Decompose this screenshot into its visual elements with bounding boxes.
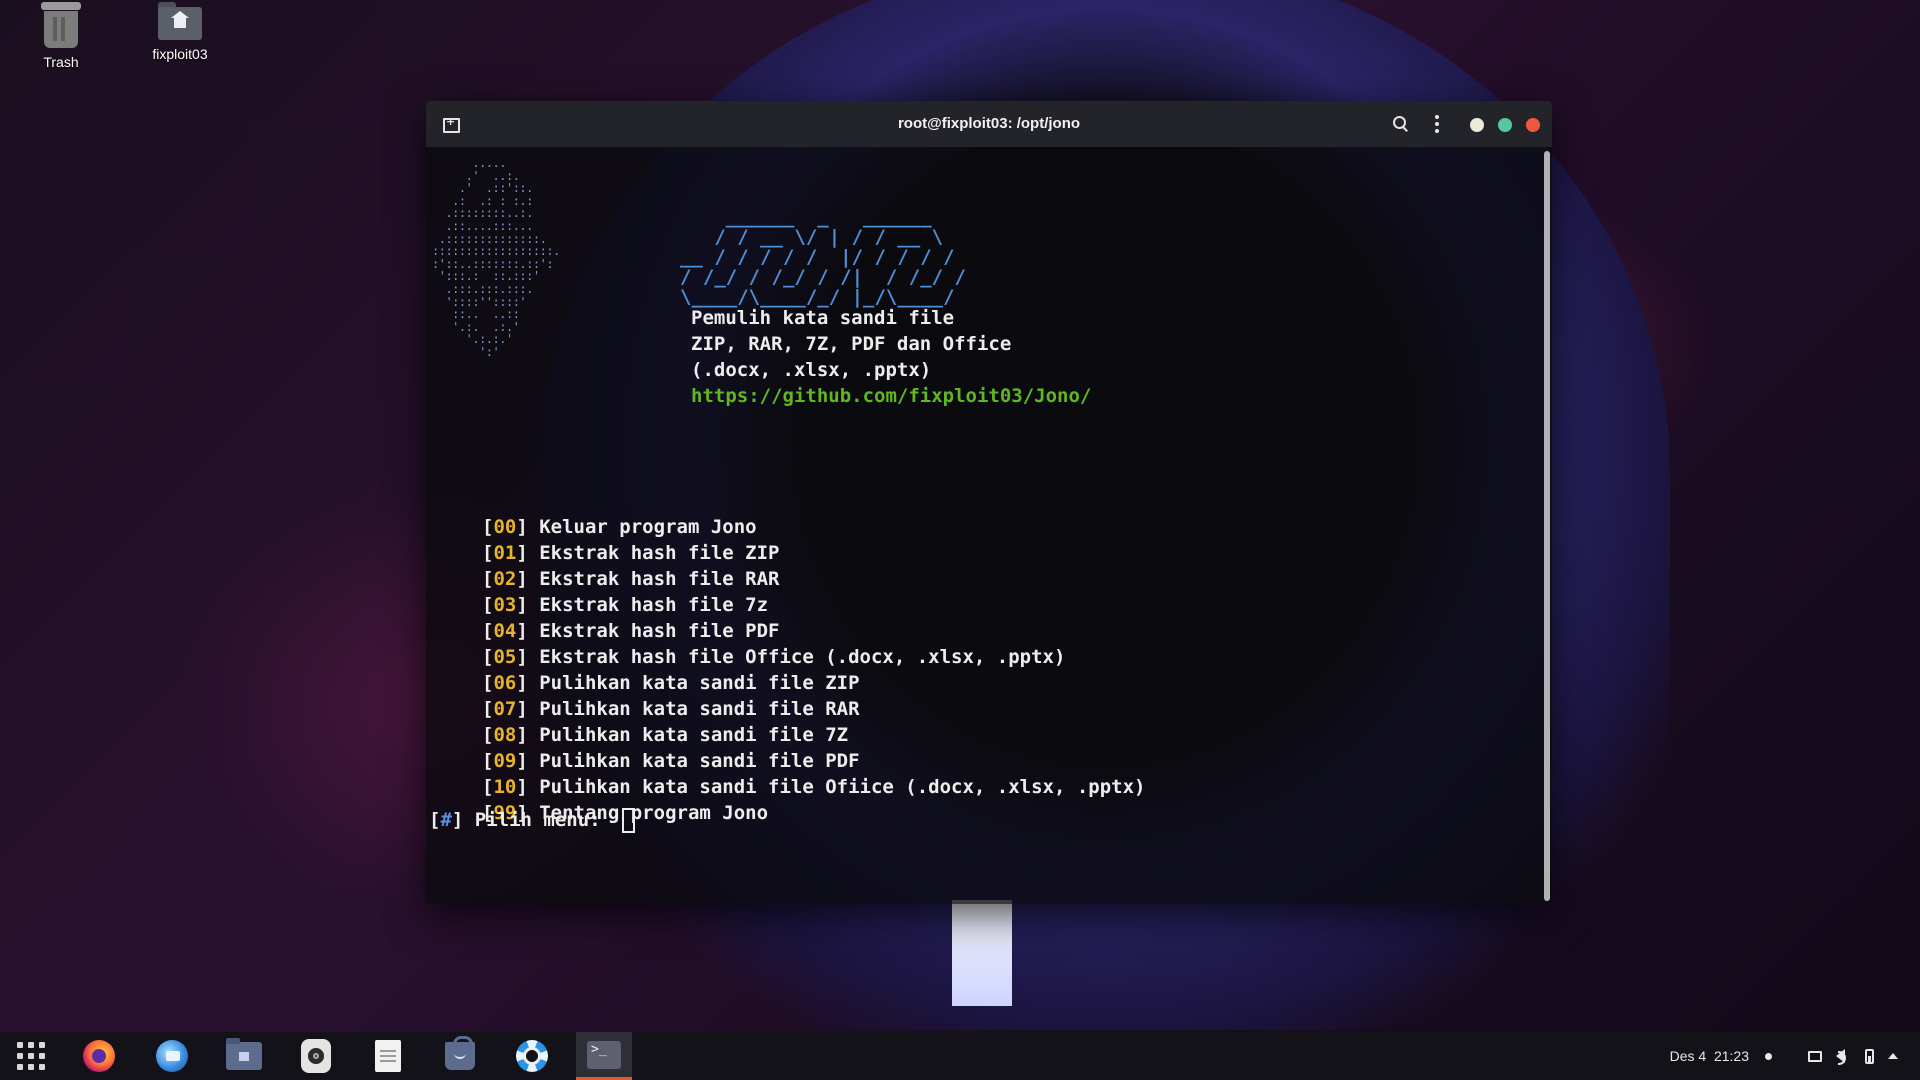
taskbar-software-store[interactable] xyxy=(432,1032,488,1080)
firefox-icon xyxy=(83,1040,115,1072)
menu-label: Ekstrak hash file PDF xyxy=(539,620,780,642)
menu-item: [03] Ekstrak hash file 7z xyxy=(482,594,769,616)
search-icon[interactable] xyxy=(1392,115,1410,133)
menu-item: [02] Ekstrak hash file RAR xyxy=(482,568,780,590)
menu-code: 09 xyxy=(493,750,517,772)
menu-item: [04] Ekstrak hash file PDF xyxy=(482,620,780,642)
terminal-window[interactable]: root@fixploit03: /opt/jono ..... .' ..:.… xyxy=(426,101,1552,904)
taskbar-firefox[interactable] xyxy=(71,1032,127,1080)
menu-label: Pulihkan kata sandi file 7Z xyxy=(539,724,849,746)
menu-label: Ekstrak hash file 7z xyxy=(539,594,769,616)
menu-item: [00] Keluar program Jono xyxy=(482,516,757,538)
menu-code: 05 xyxy=(493,646,517,668)
home-folder-icon xyxy=(158,2,202,40)
menu-item: [05] Ekstrak hash file Office (.docx, .x… xyxy=(482,646,1066,668)
taskbar-help[interactable] xyxy=(504,1032,560,1080)
app-grid-icon xyxy=(17,1042,45,1070)
taskbar: >_ Des 4 21:23 xyxy=(0,1032,1920,1080)
software-store-icon xyxy=(445,1036,475,1070)
taskbar-text-editor[interactable] xyxy=(360,1032,416,1080)
taskbar-thunderbird[interactable] xyxy=(144,1032,200,1080)
terminal-titlebar[interactable]: root@fixploit03: /opt/jono xyxy=(426,101,1552,147)
info-line: (.docx, .xlsx, .pptx) xyxy=(691,359,932,381)
menu-item: [08] Pulihkan kata sandi file 7Z xyxy=(482,724,849,746)
menu-item: [07] Pulihkan kata sandi file RAR xyxy=(482,698,860,720)
menu-code: 07 xyxy=(493,698,517,720)
kebab-menu-icon[interactable] xyxy=(1434,115,1440,133)
command-prompt[interactable]: [#] Pilih menu: xyxy=(429,807,636,833)
github-url[interactable]: https://github.com/fixploit03/Jono/ xyxy=(691,385,1091,407)
minimize-button[interactable] xyxy=(1470,118,1484,132)
menu-label: Ekstrak hash file ZIP xyxy=(539,542,780,564)
app-grid-button[interactable] xyxy=(3,1032,59,1080)
thunderbird-icon xyxy=(156,1040,188,1072)
menu-code: 06 xyxy=(493,672,517,694)
desktop-icon-label: fixploit03 xyxy=(152,46,208,62)
desktop-icon-trash[interactable]: Trash xyxy=(6,2,116,70)
menu-code: 10 xyxy=(493,776,517,798)
screen-icon[interactable] xyxy=(1808,1050,1822,1062)
menu-label: Ekstrak hash file RAR xyxy=(539,568,780,590)
window-title: root@fixploit03: /opt/jono xyxy=(897,115,1081,132)
menu-label: Pulihkan kata sandi file PDF xyxy=(539,750,860,772)
maximize-button[interactable] xyxy=(1498,118,1512,132)
notification-dot-icon xyxy=(1765,1052,1772,1060)
menu-code: 03 xyxy=(493,594,517,616)
terminal-output[interactable]: ..... .' ..:. .' .::'::. .: .: : :.: .::… xyxy=(426,147,1552,904)
ascii-logo-jono: ______ _ ______ / / __ \/ | / / __ \ __ … xyxy=(680,206,966,308)
terminal-icon: >_ xyxy=(587,1040,621,1069)
ascii-art-ghost: ..... .' ..:. .' .::'::. .: .: : :.: .::… xyxy=(432,156,560,359)
menu-label: Ekstrak hash file Office (.docx, .xlsx, … xyxy=(539,646,1066,668)
menu-item: [06] Pulihkan kata sandi file ZIP xyxy=(482,672,860,694)
clock-date[interactable]: Des 4 21:23 xyxy=(1670,1048,1749,1064)
menu-list: [00] Keluar program Jono [01] Ekstrak ha… xyxy=(482,514,1146,826)
menu-code: 01 xyxy=(493,542,517,564)
menu-code: 08 xyxy=(493,724,517,746)
menu-label: Pulihkan kata sandi file ZIP xyxy=(539,672,860,694)
prompt-label: Pilih menu: xyxy=(463,809,613,831)
system-tray: Des 4 21:23 xyxy=(1670,1032,1920,1080)
menu-item: [09] Pulihkan kata sandi file PDF xyxy=(482,750,860,772)
text-editor-icon xyxy=(375,1040,401,1072)
desktop-icon-label: Trash xyxy=(43,54,79,70)
wallpaper-mask-light xyxy=(952,900,1012,1006)
taskbar-terminal[interactable]: >_ xyxy=(576,1032,632,1080)
taskbar-music-player[interactable] xyxy=(288,1032,344,1080)
menu-code: 02 xyxy=(493,568,517,590)
taskbar-files[interactable] xyxy=(216,1032,272,1080)
battery-icon[interactable] xyxy=(1865,1048,1874,1064)
menu-code: 00 xyxy=(493,516,517,538)
desktop-icon-home-folder[interactable]: fixploit03 xyxy=(125,2,235,62)
close-button[interactable] xyxy=(1526,118,1540,132)
menu-code: 04 xyxy=(493,620,517,642)
info-line: ZIP, RAR, 7Z, PDF dan Office xyxy=(691,333,1012,355)
scrollbar[interactable] xyxy=(1544,151,1550,901)
menu-label: Keluar program Jono xyxy=(539,516,757,538)
tray-expand-icon[interactable] xyxy=(1888,1053,1898,1059)
menu-item: [10] Pulihkan kata sandi file Ofiice (.d… xyxy=(482,776,1146,798)
help-icon xyxy=(516,1040,548,1072)
volume-icon[interactable] xyxy=(1836,1049,1846,1065)
text-cursor[interactable] xyxy=(622,807,636,833)
time-text: 21:23 xyxy=(1713,1048,1749,1064)
date-text: Des 4 xyxy=(1669,1048,1707,1064)
menu-item: [01] Ekstrak hash file ZIP xyxy=(482,542,780,564)
prompt-symbol: # xyxy=(440,809,452,831)
trash-icon xyxy=(41,2,81,48)
files-icon xyxy=(226,1038,262,1070)
menu-label: Pulihkan kata sandi file RAR xyxy=(539,698,860,720)
info-line: Pemulih kata sandi file xyxy=(691,307,955,329)
menu-label: Pulihkan kata sandi file Ofiice (.docx, … xyxy=(539,776,1146,798)
music-player-icon xyxy=(301,1039,331,1073)
